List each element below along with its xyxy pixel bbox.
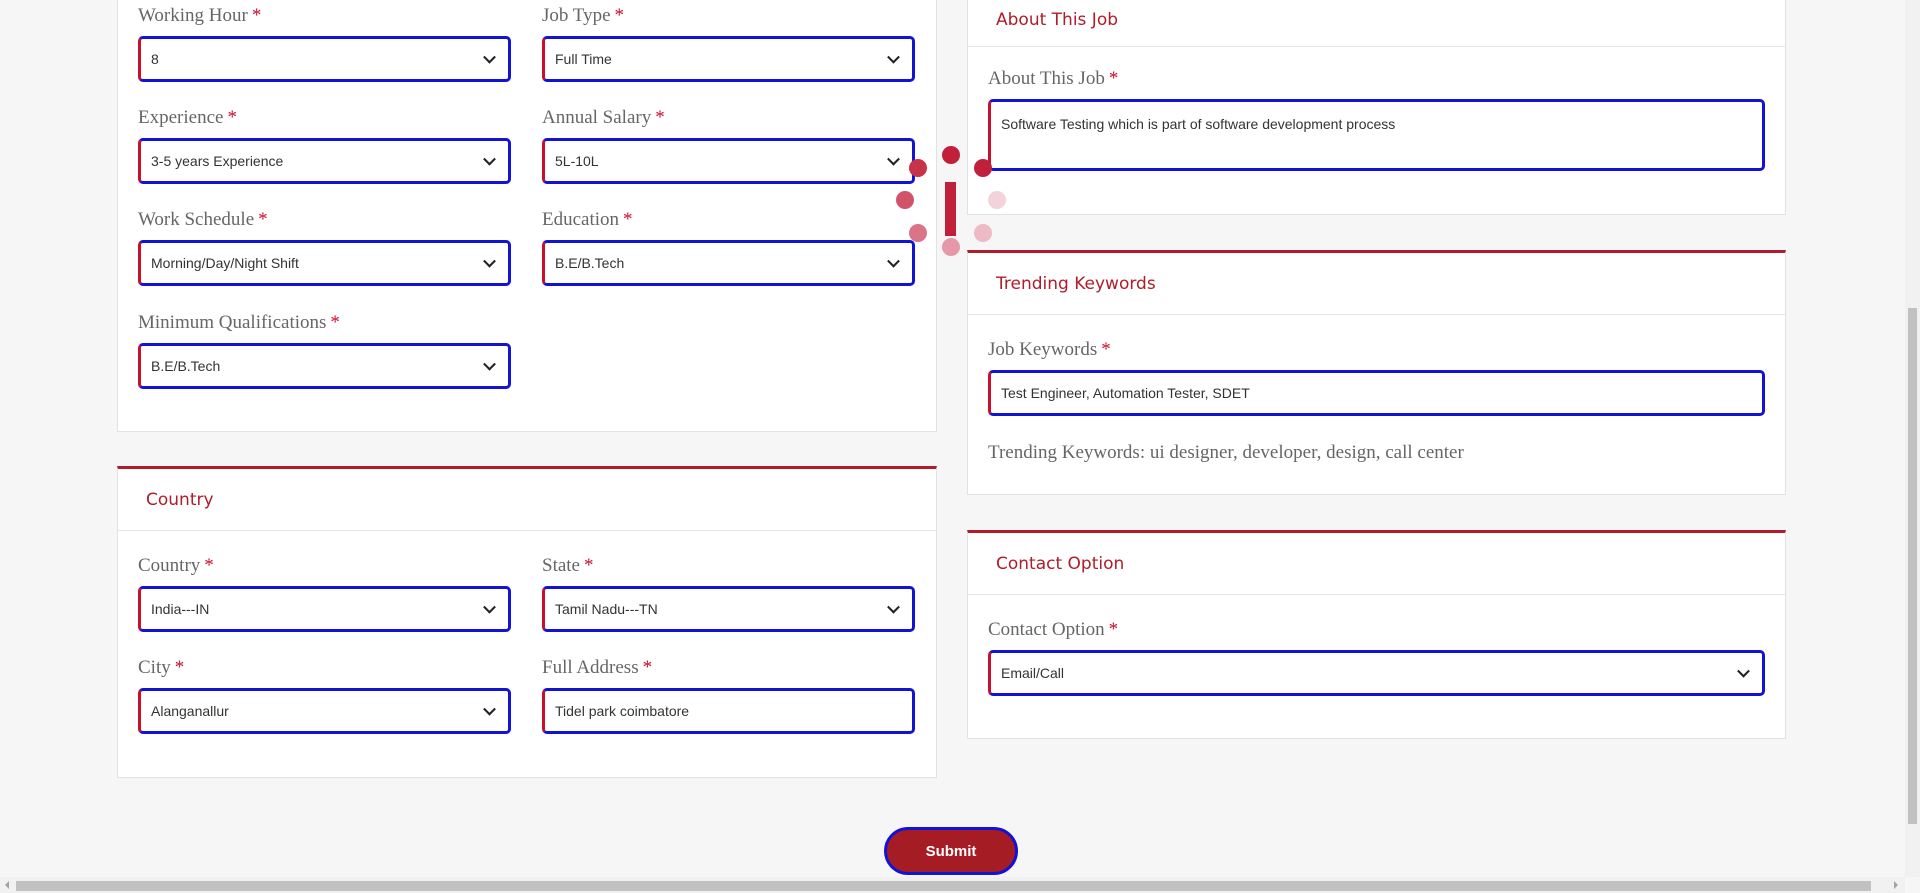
education-select[interactable]: B.E/B.Tech — [542, 240, 915, 286]
about-job-card-title: About This Job — [968, 0, 1785, 47]
trending-keywords-text: Trending Keywords: ui designer, develope… — [988, 442, 1464, 463]
job-keywords-field: Job Keywords * Test Engineer, Automation … — [988, 339, 1765, 416]
about-job-label: About This Job * — [988, 68, 1119, 89]
horizontal-scrollbar[interactable] — [0, 877, 1905, 893]
min-qualifications-label: Minimum Qualifications * — [138, 312, 340, 333]
chevron-down-icon — [887, 50, 900, 64]
city-select[interactable]: Alanganallur — [138, 688, 511, 734]
trending-keywords-card: Trending Keywords Job Keywords * Test Eng… — [967, 250, 1786, 495]
chevron-down-icon — [483, 702, 496, 716]
chevron-down-icon — [887, 600, 900, 614]
annual-salary-select[interactable]: 5L-10L — [542, 138, 915, 184]
job-keywords-input[interactable]: Test Engineer, Automation Tester, SDET — [988, 370, 1765, 416]
contact-option-label: Contact Option * — [988, 619, 1119, 640]
work-schedule-select[interactable]: Morning/Day/Night Shift — [138, 240, 511, 286]
chevron-down-icon — [1737, 664, 1750, 678]
full-address-input[interactable]: Tidel park coimbatore — [542, 688, 915, 734]
country-card-title: Country — [118, 469, 936, 531]
contact-option-card: Contact Option Contact Option * Email/Cal… — [967, 530, 1786, 739]
chevron-down-icon — [483, 152, 496, 166]
contact-option-select[interactable]: Email/Call — [988, 650, 1765, 696]
job-details-card: Working Hour * 8 Job Type * Full Time Expe… — [117, 0, 937, 432]
loading-spinner-icon — [896, 146, 1006, 256]
chevron-down-icon — [483, 50, 496, 64]
full-address-label: Full Address * — [542, 657, 653, 678]
contact-option-card-title: Contact Option — [968, 533, 1785, 595]
experience-label: Experience * — [138, 107, 237, 128]
work-schedule-label: Work Schedule * — [138, 209, 268, 230]
full-address-field: Full Address * Tidel park coimbatore — [542, 657, 915, 734]
scroll-left-icon[interactable] — [5, 881, 9, 889]
trending-keywords-card-title: Trending Keywords — [968, 253, 1785, 315]
state-label: State * — [542, 555, 594, 576]
working-hour-field: Working Hour * 8 — [138, 5, 511, 82]
state-field: State * Tamil Nadu---TN — [542, 555, 915, 632]
annual-salary-field: Annual Salary * 5L-10L — [542, 107, 915, 184]
horizontal-scrollbar-thumb[interactable] — [16, 881, 1871, 891]
vertical-scrollbar[interactable] — [1905, 0, 1920, 877]
job-type-label: Job Type * — [542, 5, 625, 26]
min-qualifications-field: Minimum Qualifications * B.E/B.Tech — [138, 312, 511, 389]
working-hour-label: Working Hour * — [138, 5, 262, 26]
education-field: Education * B.E/B.Tech — [542, 209, 915, 286]
work-schedule-field: Work Schedule * Morning/Day/Night Shift — [138, 209, 511, 286]
experience-select[interactable]: 3-5 years Experience — [138, 138, 511, 184]
city-label: City * — [138, 657, 185, 678]
country-label: Country * — [138, 555, 214, 576]
annual-salary-label: Annual Salary * — [542, 107, 665, 128]
chevron-down-icon — [483, 254, 496, 268]
state-select[interactable]: Tamil Nadu---TN — [542, 586, 915, 632]
experience-field: Experience * 3-5 years Experience — [138, 107, 511, 184]
about-job-textarea[interactable]: Software Testing which is part of softwa… — [988, 99, 1765, 171]
working-hour-select[interactable]: 8 — [138, 36, 511, 82]
country-field: Country * India---IN — [138, 555, 511, 632]
scroll-right-icon[interactable] — [1894, 881, 1898, 889]
education-label: Education * — [542, 209, 633, 230]
country-card: Country Country * India---IN State * Tamil… — [117, 466, 937, 778]
chevron-down-icon — [483, 357, 496, 371]
job-keywords-label: Job Keywords * — [988, 339, 1111, 360]
min-qualifications-select[interactable]: B.E/B.Tech — [138, 343, 511, 389]
chevron-down-icon — [483, 600, 496, 614]
vertical-scrollbar-thumb[interactable] — [1908, 308, 1917, 824]
contact-option-field: Contact Option * Email/Call — [988, 619, 1765, 696]
country-select[interactable]: India---IN — [138, 586, 511, 632]
job-type-select[interactable]: Full Time — [542, 36, 915, 82]
job-type-field: Job Type * Full Time — [542, 5, 915, 82]
city-field: City * Alanganallur — [138, 657, 511, 734]
about-job-field: About This Job * Software Testing which i… — [988, 68, 1765, 171]
submit-button[interactable]: Submit — [884, 827, 1018, 875]
about-job-card: About This Job About This Job * Software … — [967, 0, 1786, 215]
